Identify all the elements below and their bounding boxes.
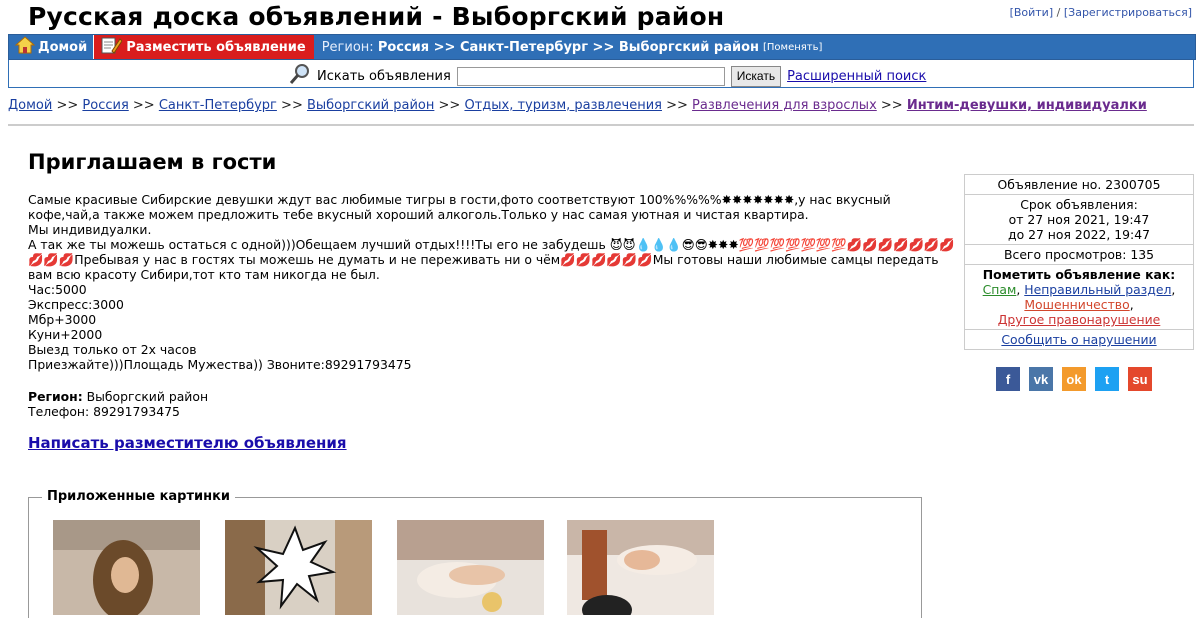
ad-text-line: А так же ты можешь остаться с одной)))Об…: [28, 237, 955, 252]
region-path: Россия >> Санкт-Петербург >> Выборгский …: [377, 39, 760, 55]
ad-text-line: Куни+2000: [28, 327, 103, 342]
mark-ad: Пометить объявление как: Спам, Неправиль…: [965, 265, 1193, 330]
register-link[interactable]: [Зарегистрироваться]: [1064, 6, 1192, 19]
attachment-thumbnail[interactable]: [225, 520, 372, 615]
ad-text-line: кофе,чай,а также можем предложить тебе в…: [28, 207, 809, 222]
term-to: до 27 ноя 2022, 19:47: [1008, 227, 1150, 242]
main-nav: Домой Разместить объявление Регион: Росс…: [8, 34, 1196, 60]
attachment-thumbnail[interactable]: [567, 520, 714, 615]
term-label: Срок объявления:: [1020, 197, 1138, 212]
login-link[interactable]: [Войти]: [1010, 6, 1054, 19]
post-ad-label: Разместить объявление: [126, 39, 306, 55]
breadcrumb-sep: >>: [880, 98, 903, 113]
ad-meta: Регион: Выборгский район Телефон: 892917…: [28, 389, 208, 419]
change-region-link[interactable]: [Поменять]: [763, 42, 822, 53]
attachments-legend: Приложенные картинки: [42, 489, 236, 504]
ad-title: Приглашаем в гости: [28, 150, 277, 174]
breadcrumb-sep: >>: [132, 98, 155, 113]
breadcrumb-leisure[interactable]: Отдых, туризм, развлечения: [464, 98, 662, 113]
report-violation-link[interactable]: Сообщить о нарушении: [1001, 332, 1156, 347]
mark-spam-link[interactable]: Спам: [983, 282, 1017, 297]
search-icon: [289, 63, 311, 89]
ad-text-line: Выезд только от 2х часов: [28, 342, 197, 357]
ad-text-line: Час:5000: [28, 282, 87, 297]
breadcrumb-district[interactable]: Выборгский район: [307, 98, 434, 113]
twitter-icon[interactable]: t: [1095, 367, 1119, 391]
ad-text-line: Приезжайте)))Площадь Мужества)) Звоните:…: [28, 357, 412, 372]
breadcrumb-adult[interactable]: Развлечения для взрослых: [692, 98, 877, 113]
mark-wrong-section-link[interactable]: Неправильный раздел: [1024, 282, 1171, 297]
report-cell: Сообщить о нарушении: [965, 330, 1193, 349]
auth-separator: /: [1056, 6, 1061, 19]
search-button[interactable]: Искать: [730, 65, 782, 87]
post-ad-icon: [100, 35, 123, 59]
contact-poster-link[interactable]: Написать разместителю объявления: [28, 434, 347, 452]
region-meta-value: Выборгский район: [86, 389, 209, 404]
mark-fraud-link[interactable]: Мошенничество: [1024, 297, 1129, 312]
region-label: Регион:: [321, 39, 374, 55]
nav-home-button[interactable]: Домой: [9, 35, 95, 59]
breadcrumb-current[interactable]: Интим-девушки, индивидуалки: [907, 98, 1147, 113]
breadcrumb-sep: >>: [281, 98, 303, 113]
term-from: от 27 ноя 2021, 19:47: [1008, 212, 1150, 227]
phone-value: 89291793475: [93, 404, 180, 419]
ad-text-line: вам всю красоту Сибири,тот кто там никог…: [28, 267, 380, 282]
divider: [8, 124, 1194, 126]
phone-label: Телефон:: [28, 404, 90, 419]
views-count: Всего просмотров: 135: [965, 245, 1193, 265]
attachment-thumbnail[interactable]: [397, 520, 544, 615]
breadcrumb-sep: >>: [56, 98, 79, 113]
vkontakte-icon[interactable]: vk: [1029, 367, 1053, 391]
ad-text-line: 💋💋💋Пребывая у нас в гостях ты можешь не …: [28, 252, 939, 267]
mark-comma: ,: [1016, 282, 1021, 297]
advanced-search-link[interactable]: Расширенный поиск: [787, 69, 926, 84]
post-ad-button[interactable]: Разместить объявление: [94, 35, 314, 59]
ad-info-box: Объявление но. 2300705 Срок объявления: …: [964, 174, 1194, 350]
ad-text-line: Мбр+3000: [28, 312, 97, 327]
stumbleupon-icon[interactable]: su: [1128, 367, 1152, 391]
ad-text-line: Мы индивидуалки.: [28, 222, 152, 237]
ad-text-line: Самые красивые Сибирские девушки ждут ва…: [28, 192, 891, 207]
odnoklassniki-icon[interactable]: ok: [1062, 367, 1086, 391]
social-share: f vk ok t su: [996, 367, 1152, 391]
mark-comma: ,: [1129, 297, 1134, 312]
ad-text-line: Экспресс:3000: [28, 297, 124, 312]
home-icon: [14, 36, 36, 58]
mark-comma: ,: [1171, 282, 1176, 297]
ad-term: Срок объявления: от 27 ноя 2021, 19:47 д…: [965, 195, 1193, 245]
breadcrumb-home[interactable]: Домой: [8, 98, 52, 113]
nav-home-label: Домой: [38, 39, 88, 55]
mark-other-link[interactable]: Другое правонарушение: [998, 312, 1161, 327]
mark-title: Пометить объявление как:: [982, 267, 1176, 282]
breadcrumb-sep: >>: [666, 98, 688, 113]
breadcrumb-spb[interactable]: Санкт-Петербург: [159, 98, 277, 113]
auth-links: [Войти] / [Зарегистрироваться]: [1010, 6, 1192, 19]
search-label: Искать объявления: [317, 68, 451, 84]
breadcrumb-sep: >>: [438, 98, 461, 113]
attachment-thumbnail[interactable]: [53, 520, 200, 615]
region-meta-label: Регион:: [28, 389, 83, 404]
facebook-icon[interactable]: f: [996, 367, 1020, 391]
site-title: Русская доска объявлений - Выборгский ра…: [28, 2, 725, 31]
breadcrumb-russia[interactable]: Россия: [82, 98, 128, 113]
breadcrumb: Домой >> Россия >> Санкт-Петербург >> Вы…: [8, 98, 1147, 113]
ad-description: Самые красивые Сибирские девушки ждут ва…: [28, 192, 955, 372]
nav-region: Регион: Россия >> Санкт-Петербург >> Выб…: [314, 35, 823, 59]
search-bar: Искать объявления Искать Расширенный пои…: [8, 60, 1194, 88]
ad-number: Объявление но. 2300705: [965, 175, 1193, 195]
search-input[interactable]: [456, 66, 725, 86]
